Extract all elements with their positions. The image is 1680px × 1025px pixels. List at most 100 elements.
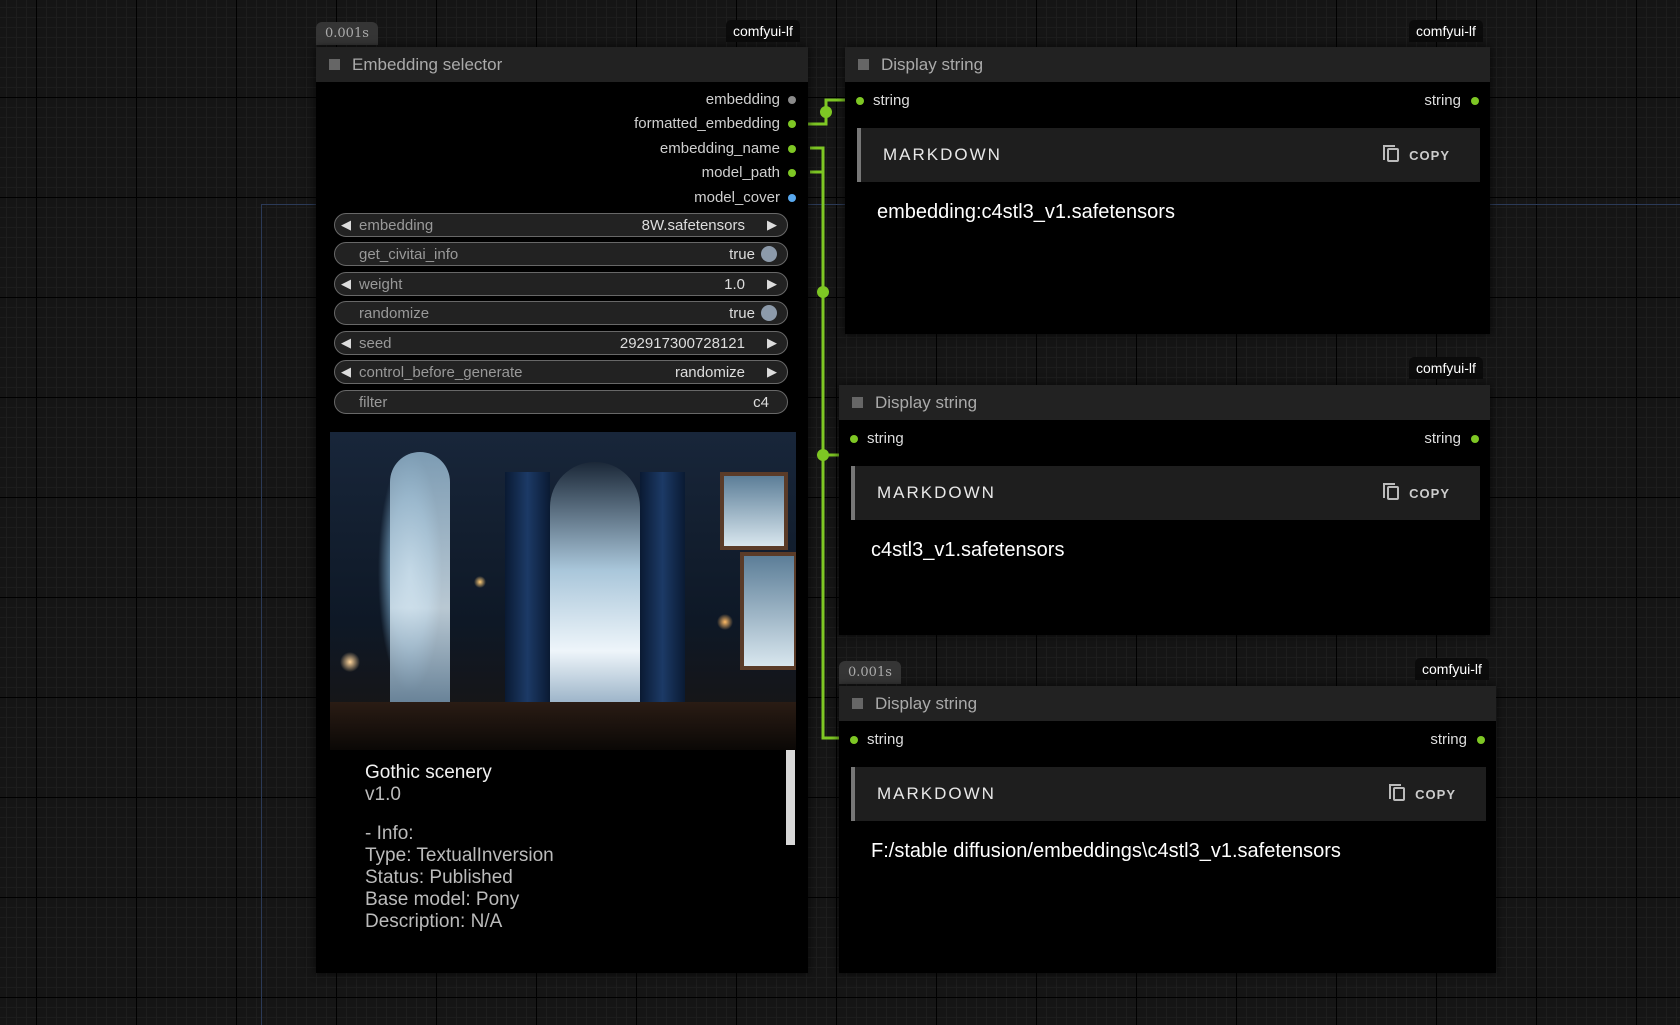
slot-dot[interactable]	[788, 193, 796, 202]
widget-randomize[interactable]: randomize true	[334, 301, 788, 325]
markdown-header: MARKDOWN COPY	[851, 767, 1486, 821]
display-string-node-2[interactable]: Display string string string MARKDOWN CO…	[839, 385, 1490, 635]
node-header[interactable]: Display string	[845, 47, 1490, 82]
markdown-header: MARKDOWN COPY	[857, 128, 1480, 182]
slot-dot[interactable]	[788, 95, 796, 104]
copy-button[interactable]: COPY	[1389, 784, 1456, 802]
display-string-node-1[interactable]: Display string string string MARKDOWN CO…	[845, 47, 1490, 334]
link-midpoint	[820, 106, 832, 118]
node-header[interactable]: Display string	[839, 385, 1490, 420]
selector-badge: comfyui-lf	[726, 20, 800, 42]
model-cover-image	[330, 432, 796, 750]
widget-value: true	[729, 245, 755, 263]
node-header[interactable]: Display string	[839, 686, 1496, 721]
input-slot-string[interactable]: string	[850, 430, 904, 447]
node-title: Display string	[875, 693, 978, 713]
decrement-arrow-icon[interactable]: ◀	[341, 335, 359, 351]
slot-dot[interactable]	[1477, 735, 1485, 744]
markdown-label: MARKDOWN	[883, 145, 1002, 164]
collapse-toggle[interactable]	[858, 59, 869, 70]
widget-label: embedding	[359, 216, 434, 234]
markdown-label: MARKDOWN	[877, 483, 996, 502]
link-midpoint	[817, 286, 829, 298]
node-header[interactable]: Embedding selector	[316, 47, 808, 82]
input-slot-string[interactable]: string	[856, 92, 910, 109]
increment-arrow-icon[interactable]: ▶	[767, 276, 777, 292]
slot-label: model_cover	[694, 189, 780, 206]
display-timer: 0.001s	[839, 661, 901, 684]
display-badge: comfyui-lf	[1415, 658, 1489, 680]
model-name: Gothic scenery	[365, 762, 492, 783]
output-slot-formatted-embedding[interactable]: formatted_embedding	[634, 115, 796, 132]
slot-dot[interactable]	[850, 434, 858, 443]
output-slot-embedding-name[interactable]: embedding_name	[660, 140, 796, 157]
copy-button[interactable]: COPY	[1383, 145, 1450, 163]
toggle-knob[interactable]	[761, 305, 777, 321]
widget-value: 1.0	[724, 275, 745, 293]
output-slot-string[interactable]: string	[1430, 731, 1485, 748]
widget-label: filter	[359, 393, 388, 411]
collapse-toggle[interactable]	[852, 397, 863, 408]
markdown-label: MARKDOWN	[877, 784, 996, 803]
slot-label: string	[873, 92, 910, 109]
widget-label: control_before_generate	[359, 363, 523, 381]
decrement-arrow-icon[interactable]: ◀	[341, 217, 359, 233]
info-panel: Gothic scenery v1.0 - Info: Type: Textua…	[330, 750, 796, 962]
slot-label: string	[1424, 430, 1461, 447]
output-slot-string[interactable]: string	[1424, 92, 1479, 109]
widget-value: 292917300728121	[619, 334, 745, 352]
markdown-content: F:/stable diffusion/embeddings\c4stl3_v1…	[871, 840, 1341, 862]
copy-button[interactable]: COPY	[1383, 483, 1450, 501]
slot-label: string	[1424, 92, 1461, 109]
widget-value: true	[729, 304, 755, 322]
slot-label: embedding_name	[659, 140, 780, 157]
output-slot-string[interactable]: string	[1424, 430, 1479, 447]
widget-embedding[interactable]: ◀ embedding 8W.safetensors ▶	[334, 213, 788, 237]
increment-arrow-icon[interactable]: ▶	[767, 364, 777, 380]
increment-arrow-icon[interactable]: ▶	[767, 335, 777, 351]
widget-get-civitai-info[interactable]: get_civitai_info true	[334, 242, 788, 266]
slot-dot[interactable]	[1471, 434, 1479, 443]
output-slot-model-cover[interactable]: model_cover	[694, 189, 796, 206]
info-scrollbar[interactable]	[786, 750, 795, 845]
window-shape	[550, 462, 640, 732]
info-line: Status: Published	[365, 867, 513, 888]
node-title: Embedding selector	[352, 54, 503, 74]
node-title: Display string	[881, 54, 984, 74]
slot-label: formatted_embedding	[634, 115, 780, 132]
slot-dot[interactable]	[850, 735, 858, 744]
widget-seed[interactable]: ◀ seed 292917300728121 ▶	[334, 331, 788, 355]
window-shape	[390, 452, 450, 712]
copy-icon	[1383, 145, 1400, 162]
widget-control-before-generate[interactable]: ◀ control_before_generate randomize ▶	[334, 360, 788, 384]
slot-dot[interactable]	[788, 119, 796, 128]
copy-icon	[1383, 483, 1400, 500]
embedding-selector-node[interactable]: Embedding selector embedding formatted_e…	[316, 47, 808, 973]
increment-arrow-icon[interactable]: ▶	[767, 217, 777, 233]
widget-value: randomize	[674, 363, 745, 381]
widget-weight[interactable]: ◀ weight 1.0 ▶	[334, 272, 788, 296]
decrement-arrow-icon[interactable]: ◀	[341, 276, 359, 292]
slot-dot[interactable]	[788, 144, 796, 153]
display-string-node-3[interactable]: Display string string string MARKDOWN CO…	[839, 686, 1496, 973]
info-line: Type: TextualInversion	[365, 845, 554, 866]
slot-dot[interactable]	[788, 168, 796, 177]
decrement-arrow-icon[interactable]: ◀	[341, 364, 359, 380]
slot-dot[interactable]	[1471, 96, 1479, 105]
collapse-toggle[interactable]	[852, 698, 863, 709]
link-midpoint	[817, 449, 829, 461]
widget-label: weight	[359, 275, 403, 293]
copy-icon	[1389, 784, 1406, 801]
slot-label: string	[867, 731, 904, 748]
output-slot-model-path[interactable]: model_path	[702, 164, 796, 181]
widget-value: c4	[753, 393, 769, 411]
input-slot-string[interactable]: string	[850, 731, 904, 748]
painting-shape	[720, 472, 788, 550]
output-slot-embedding[interactable]: embedding	[706, 91, 796, 108]
widget-filter[interactable]: filter c4	[334, 390, 788, 414]
collapse-toggle[interactable]	[329, 59, 340, 70]
toggle-knob[interactable]	[761, 246, 777, 262]
slot-dot[interactable]	[856, 96, 864, 105]
markdown-content: embedding:c4stl3_v1.safetensors	[877, 201, 1175, 223]
slot-label: embedding	[705, 91, 780, 108]
